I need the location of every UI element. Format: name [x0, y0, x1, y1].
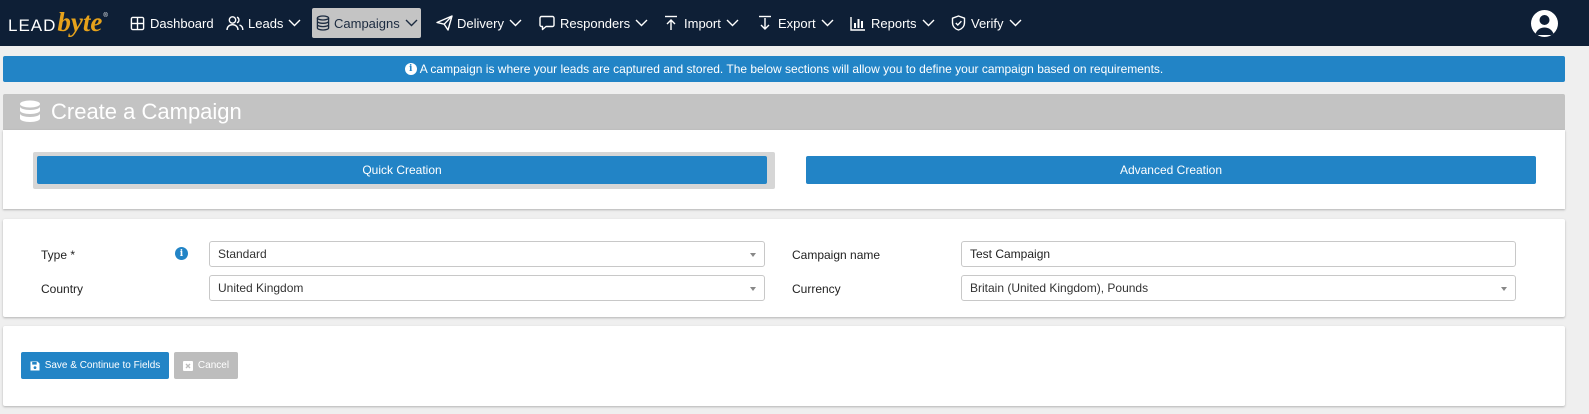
chevron-down-icon [1009, 19, 1022, 27]
save-button-label: Save & Continue to Fields [44, 360, 161, 371]
page-header: Create a Campaign [3, 94, 1565, 130]
leadbyte-logo[interactable]: LEAD byte ® [8, 4, 108, 40]
nav-label: Import [684, 15, 721, 31]
upload-arrow-icon [662, 14, 680, 32]
nav-label: Dashboard [150, 15, 214, 31]
nav-dashboard[interactable]: Dashboard [124, 8, 220, 38]
database-icon [19, 100, 41, 124]
type-label: Type * [41, 248, 76, 262]
caret-down-icon [750, 253, 756, 257]
banner-text: A campaign is where your leads are captu… [419, 62, 1164, 76]
nav-responders[interactable]: Responders [534, 8, 654, 38]
paper-plane-icon [435, 14, 453, 32]
cancel-button-label: Cancel [197, 360, 230, 371]
download-arrow-icon [756, 14, 774, 32]
users-icon [226, 14, 244, 32]
database-icon [316, 14, 330, 32]
type-select[interactable]: Standard [209, 241, 765, 267]
bar-chart-icon [849, 14, 867, 32]
speech-bubble-icon [538, 14, 556, 32]
campaign-form-panel: Type * i Standard Country United Kingdom… [3, 219, 1565, 317]
logo-text-byte: byte [57, 7, 103, 37]
campaign-name-label: Campaign name [792, 248, 881, 262]
shield-check-icon [949, 14, 967, 32]
chevron-down-icon [288, 19, 301, 27]
floppy-disk-icon [30, 361, 40, 371]
creation-mode-panel: Quick Creation Advanced Creation [3, 130, 1565, 209]
chevron-down-icon [922, 19, 935, 27]
caret-down-icon [1501, 287, 1507, 291]
caret-down-icon [750, 287, 756, 291]
form-actions-panel: Save & Continue to Fields Cancel [3, 326, 1565, 406]
nav-label: Reports [871, 15, 917, 31]
page-title: Create a Campaign [51, 99, 242, 124]
nav-verify[interactable]: Verify [945, 8, 1028, 38]
save-continue-button[interactable]: Save & Continue to Fields [21, 352, 169, 379]
country-label: Country [41, 282, 84, 296]
chevron-down-icon [821, 19, 834, 27]
nav-leads[interactable]: Leads [222, 8, 307, 38]
type-info-icon[interactable]: i [175, 247, 188, 260]
close-icon [182, 360, 193, 371]
country-select-value: United Kingdom [218, 281, 304, 295]
nav-label: Verify [971, 15, 1004, 31]
dashboard-grid-icon [128, 14, 146, 32]
nav-reports[interactable]: Reports [845, 8, 941, 38]
chevron-down-icon [726, 19, 739, 27]
nav-label: Campaigns [334, 15, 400, 31]
nav-label: Delivery [457, 15, 504, 31]
user-avatar-icon[interactable] [1531, 10, 1558, 37]
nav-export[interactable]: Export [752, 8, 840, 38]
campaign-name-input[interactable] [961, 241, 1516, 267]
logo-text-lead: LEAD [8, 16, 57, 35]
info-icon: i [404, 63, 417, 75]
quick-creation-selected-frame: Quick Creation [33, 152, 775, 189]
nav-label: Responders [560, 15, 631, 31]
nav-label: Leads [248, 15, 284, 31]
chevron-down-icon [509, 19, 522, 27]
currency-label: Currency [792, 282, 841, 296]
nav-delivery[interactable]: Delivery [431, 8, 528, 38]
nav-label: Export [778, 15, 816, 31]
nav-import[interactable]: Import [658, 8, 745, 38]
top-navigation-bar: LEAD byte ® Dashboard Leads Campaigns De… [0, 0, 1589, 46]
cancel-button[interactable]: Cancel [174, 352, 238, 379]
advanced-creation-button[interactable]: Advanced Creation [806, 156, 1536, 184]
logo-trademark: ® [103, 13, 108, 19]
chevron-down-icon [405, 19, 418, 27]
chevron-down-icon [635, 19, 648, 27]
currency-select-value: Britain (United Kingdom), Pounds [970, 281, 1149, 295]
info-banner: i A campaign is where your leads are cap… [3, 56, 1565, 82]
type-select-value: Standard [218, 247, 267, 261]
currency-select[interactable]: Britain (United Kingdom), Pounds [961, 275, 1516, 301]
nav-campaigns[interactable]: Campaigns [312, 8, 421, 38]
quick-creation-button[interactable]: Quick Creation [37, 156, 767, 184]
country-select[interactable]: United Kingdom [209, 275, 765, 301]
